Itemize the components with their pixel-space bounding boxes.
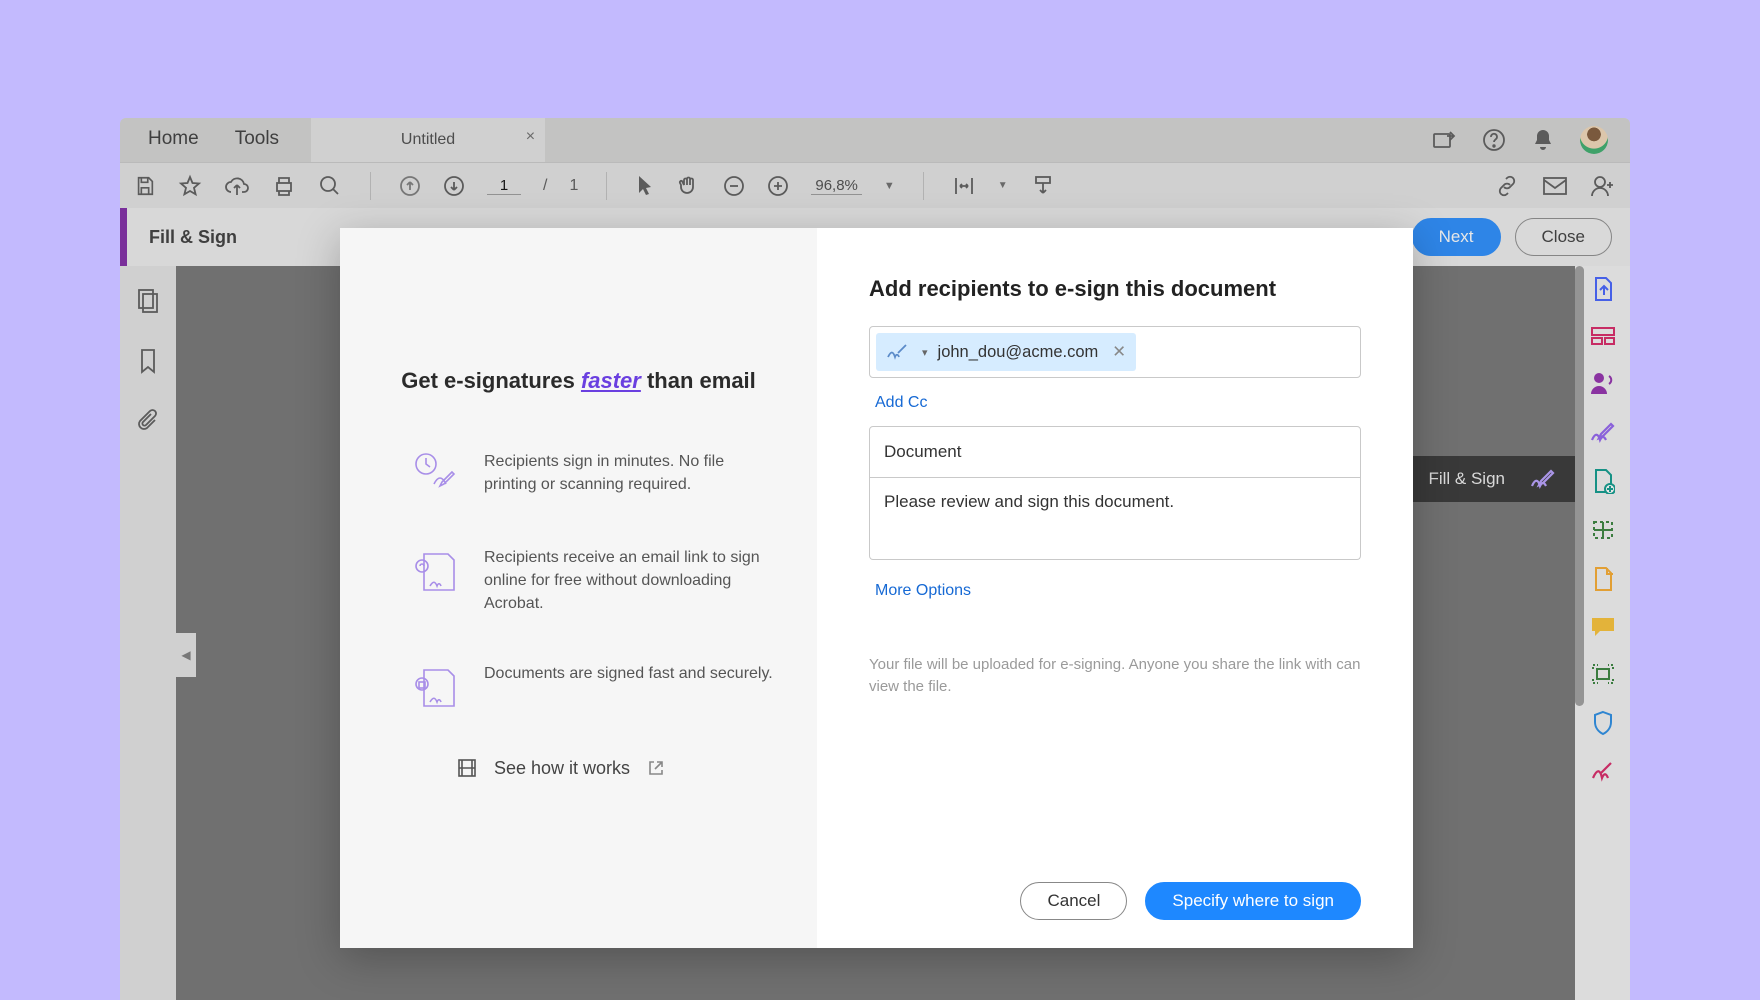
bullet-1: Recipients sign in minutes. No file prin… [410,450,777,500]
star-icon[interactable] [178,174,202,198]
request-signatures-icon[interactable] [1590,370,1616,396]
remove-recipient-icon[interactable]: ✕ [1108,342,1126,362]
document-tab[interactable]: Untitled × [311,118,545,162]
search-icon[interactable] [318,174,342,198]
export-pdf-icon[interactable] [1591,468,1615,494]
fit-dropdown-icon[interactable]: ▼ [998,180,1008,191]
message-input[interactable]: Please review and sign this document. [869,478,1361,560]
add-person-icon[interactable] [1590,174,1616,198]
fast-sign-icon [410,450,460,500]
hand-icon[interactable] [677,174,701,198]
see-how-link[interactable]: See how it works [458,758,777,779]
close-button[interactable]: Close [1515,218,1612,256]
left-nav-rail [120,266,176,1000]
combine-icon[interactable] [1590,326,1616,346]
zoom-dropdown-icon[interactable]: ▼ [884,180,895,192]
page-separator: / [543,177,547,195]
bullet-3: Documents are signed fast and securely. [410,662,777,712]
email-link-icon [410,546,460,596]
email-icon[interactable] [1542,176,1568,196]
attachment-icon[interactable] [137,408,159,434]
redact-icon[interactable] [1590,760,1616,782]
toolbar: / 1 96,8% ▼ ▼ [120,162,1630,208]
comment-icon[interactable] [1590,616,1616,638]
save-icon[interactable] [134,175,156,197]
user-avatar[interactable] [1580,126,1608,154]
document-tab-title: Untitled [401,131,455,149]
nav-tools[interactable]: Tools [217,118,297,162]
recipients-input[interactable]: ▾ john_dou@acme.com ✕ [869,326,1361,378]
tab-bar: Home Tools Untitled × [120,118,1630,162]
share-device-icon[interactable] [1432,129,1456,151]
scrollbar-thumb[interactable] [1575,266,1584,706]
active-tool-indicator [120,208,127,266]
dialog-info-panel: Get e-signatures faster than email Recip… [340,228,817,948]
chevron-down-icon[interactable]: ▾ [922,346,928,359]
recipient-email: john_dou@acme.com [938,343,1099,362]
fill-sign-icon[interactable] [1589,420,1617,444]
create-pdf-icon[interactable] [1590,276,1616,302]
bullet-2: Recipients receive an email link to sign… [410,546,777,616]
link-share-icon[interactable] [1494,175,1520,197]
fill-sign-tooltip: Fill & Sign [1410,456,1575,502]
bell-icon[interactable] [1532,128,1554,152]
external-link-icon [648,760,664,776]
help-icon[interactable] [1482,128,1506,152]
subject-input[interactable]: Document [869,426,1361,478]
zoom-in-icon[interactable] [767,175,789,197]
bookmark-icon[interactable] [138,348,158,374]
nav-home[interactable]: Home [130,118,217,162]
next-button[interactable]: Next [1412,218,1501,256]
compress-icon[interactable] [1591,566,1615,592]
more-options-link[interactable]: More Options [875,582,1361,600]
secure-doc-icon [410,662,460,712]
right-tool-rail [1575,266,1630,1000]
zoom-out-icon[interactable] [723,175,745,197]
cloud-upload-icon[interactable] [224,175,250,197]
cancel-button[interactable]: Cancel [1020,882,1127,920]
page-down-icon[interactable] [443,175,465,197]
upload-notice: Your file will be uploaded for e-signing… [869,654,1361,698]
page-total: 1 [569,177,578,195]
scroll-mode-icon[interactable] [1030,175,1056,197]
protect-icon[interactable] [1592,710,1614,736]
recipient-chip[interactable]: ▾ john_dou@acme.com ✕ [876,333,1136,371]
tooltip-sign-icon [1529,468,1557,490]
video-icon [458,759,476,777]
dialog-title: Add recipients to e-sign this document [869,276,1361,302]
specify-sign-button[interactable]: Specify where to sign [1145,882,1361,920]
page-up-icon[interactable] [399,175,421,197]
page-number-input[interactable] [487,177,521,195]
close-tab-icon[interactable]: × [526,128,535,146]
organize-icon[interactable] [1590,518,1616,542]
add-cc-link[interactable]: Add Cc [875,394,1361,412]
zoom-value[interactable]: 96,8% [811,177,862,195]
pointer-icon[interactable] [635,174,655,198]
esign-dialog: Get e-signatures faster than email Recip… [340,228,1413,948]
fit-width-icon[interactable] [952,174,976,198]
dialog-headline: Get e-signatures faster than email [380,368,777,394]
collapse-left-rail-icon[interactable]: ◀ [176,633,196,677]
scan-icon[interactable] [1590,662,1616,686]
print-icon[interactable] [272,174,296,198]
thumbnails-icon[interactable] [136,288,160,314]
tooltip-label: Fill & Sign [1428,469,1505,489]
dialog-form-panel: Add recipients to e-sign this document ▾… [817,228,1413,948]
sign-role-icon [886,343,912,361]
